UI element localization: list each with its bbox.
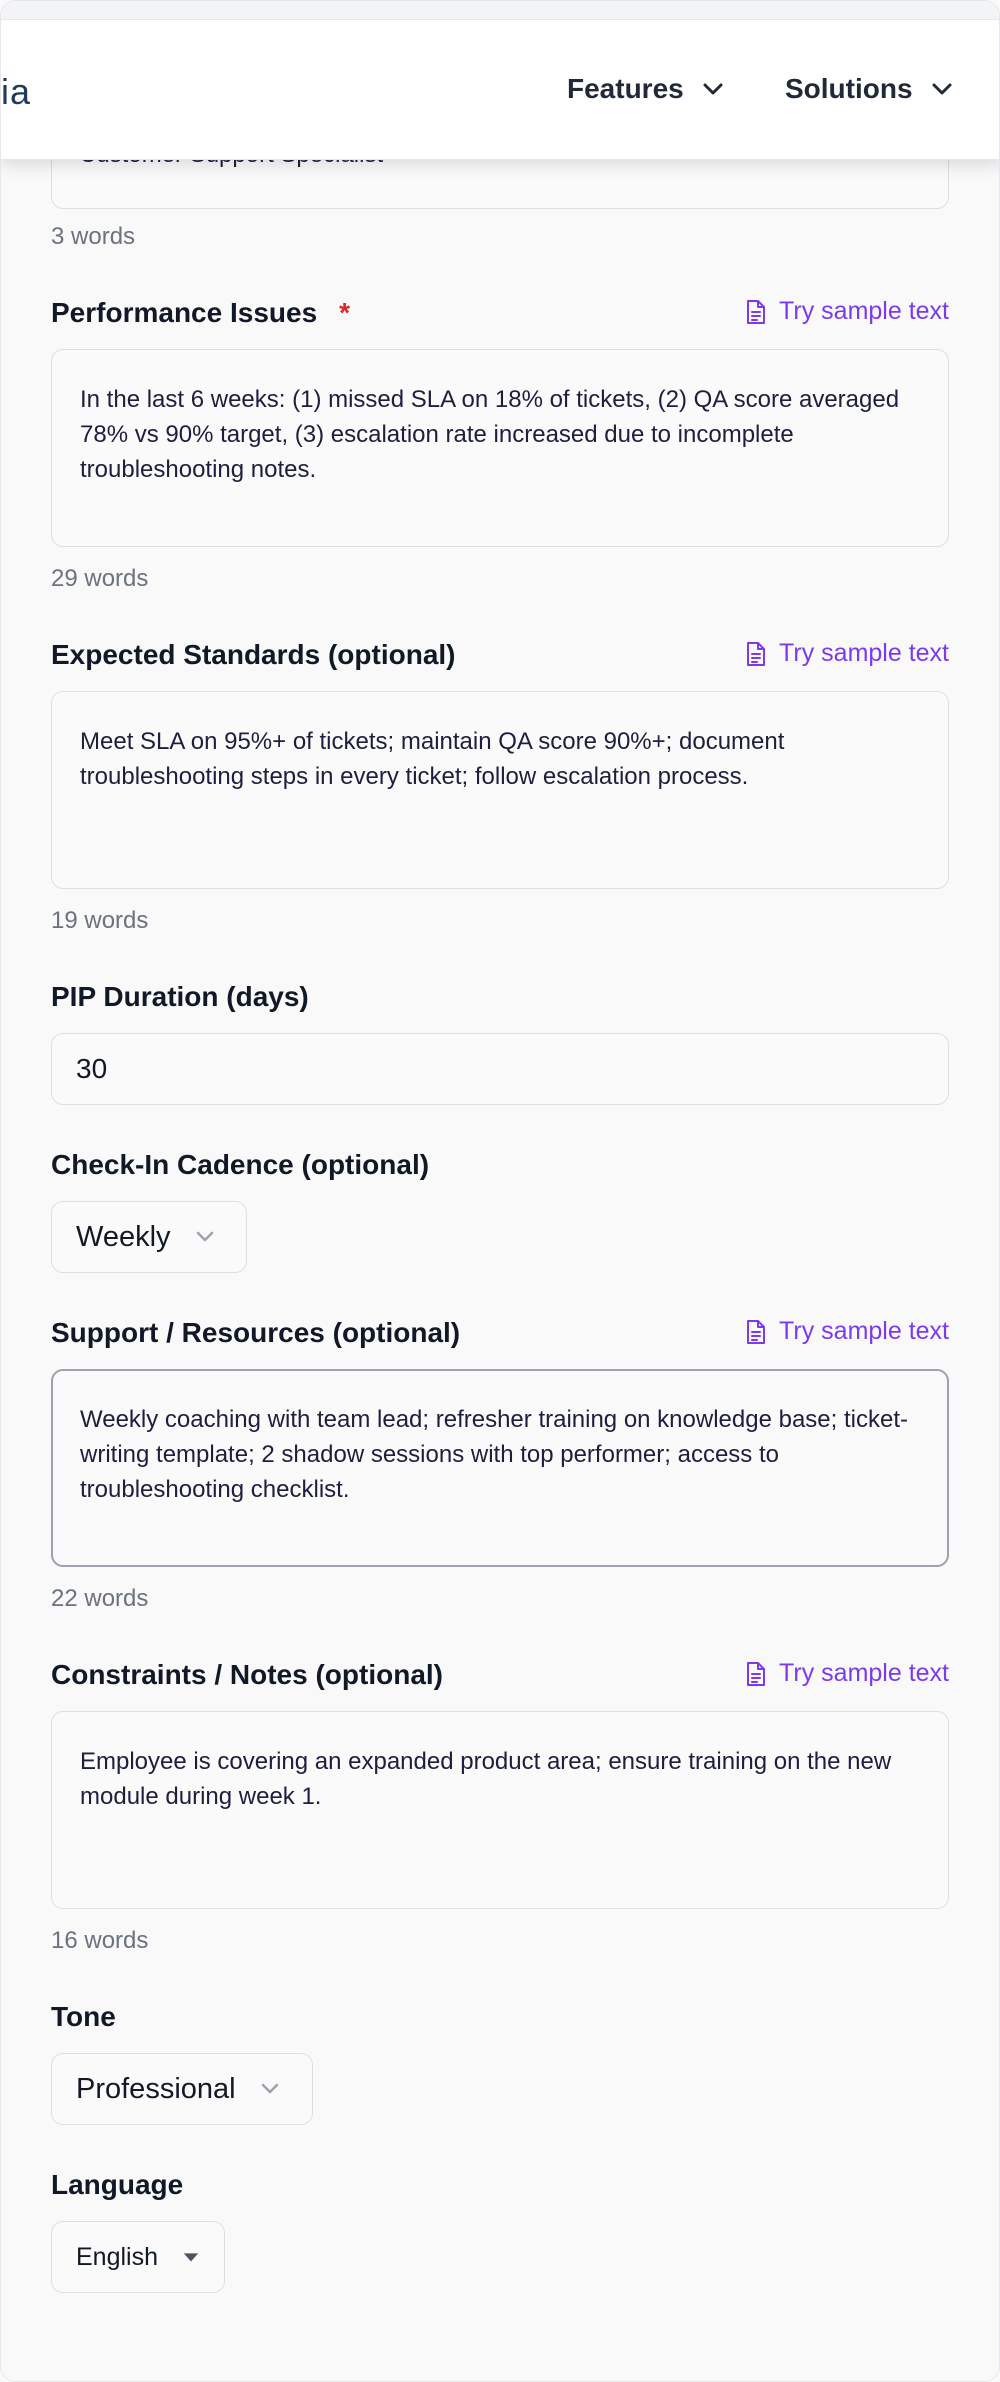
performance-issues-sample-label: Try sample text bbox=[779, 297, 949, 325]
support-resources-label: Support / Resources (optional) bbox=[51, 1317, 461, 1348]
language-select[interactable]: English bbox=[51, 2221, 225, 2293]
constraints-notes-sample-label: Try sample text bbox=[779, 1659, 949, 1687]
support-resources-word-count: 22 words bbox=[51, 1585, 149, 1612]
support-resources-sample-label: Try sample text bbox=[779, 1317, 949, 1345]
brand-logo-text[interactable]: ia bbox=[1, 71, 31, 113]
header-top-strip bbox=[1, 1, 999, 20]
chevron-down-icon bbox=[703, 83, 723, 95]
page-frame: Customer Support Specialist 3 words ia F… bbox=[0, 0, 1000, 2382]
language-label: Language bbox=[51, 2169, 184, 2200]
top-navigation-bar: ia Features Solutions bbox=[1, 1, 999, 160]
tone-label: Tone bbox=[51, 2001, 116, 2032]
chevron-down-icon bbox=[932, 83, 952, 95]
check-in-cadence-value: Weekly bbox=[76, 1220, 171, 1253]
chevron-down-icon bbox=[261, 2083, 278, 2094]
expected-standards-sample-label: Try sample text bbox=[779, 639, 949, 667]
expected-standards-sample-button[interactable]: Try sample text bbox=[745, 639, 949, 668]
check-in-cadence-label: Check-In Cadence (optional) bbox=[51, 1149, 430, 1180]
language-value: English bbox=[76, 2242, 158, 2271]
nav-features-label: Features bbox=[567, 73, 684, 104]
expected-standards-label: Expected Standards (optional) bbox=[51, 639, 456, 670]
job-title-word-count: 3 words bbox=[51, 223, 136, 250]
constraints-notes-sample-button[interactable]: Try sample text bbox=[745, 1659, 949, 1688]
nav-solutions-label: Solutions bbox=[785, 73, 913, 104]
document-icon bbox=[747, 1661, 766, 1686]
performance-issues-label-text: Performance Issues bbox=[51, 297, 318, 328]
pip-duration-input[interactable]: 30 bbox=[51, 1033, 949, 1105]
expected-standards-word-count: 19 words bbox=[51, 907, 149, 934]
document-icon bbox=[747, 641, 766, 666]
constraints-notes-textarea[interactable]: Employee is covering an expanded product… bbox=[51, 1711, 949, 1909]
caret-down-icon bbox=[183, 2253, 199, 2262]
support-resources-sample-button[interactable]: Try sample text bbox=[745, 1317, 949, 1346]
document-icon bbox=[747, 1319, 766, 1344]
performance-issues-label: Performance Issues * bbox=[51, 297, 350, 329]
expected-standards-textarea[interactable]: Meet SLA on 95%+ of tickets; maintain QA… bbox=[51, 691, 949, 889]
required-asterisk: * bbox=[339, 297, 351, 328]
tone-select[interactable]: Professional bbox=[51, 2053, 313, 2125]
performance-issues-word-count: 29 words bbox=[51, 565, 149, 592]
support-resources-textarea[interactable]: Weekly coaching with team lead; refreshe… bbox=[51, 1369, 949, 1567]
chevron-down-icon bbox=[196, 1231, 213, 1242]
nav-solutions[interactable]: Solutions bbox=[785, 73, 953, 105]
pip-duration-label: PIP Duration (days) bbox=[51, 981, 309, 1012]
document-icon bbox=[747, 299, 766, 324]
performance-issues-sample-button[interactable]: Try sample text bbox=[745, 297, 949, 326]
constraints-notes-label: Constraints / Notes (optional) bbox=[51, 1659, 443, 1690]
nav-features[interactable]: Features bbox=[567, 73, 724, 105]
tone-value: Professional bbox=[76, 2072, 236, 2105]
constraints-notes-word-count: 16 words bbox=[51, 1927, 149, 1954]
check-in-cadence-select[interactable]: Weekly bbox=[51, 1201, 247, 1273]
performance-issues-textarea[interactable]: In the last 6 weeks: (1) missed SLA on 1… bbox=[51, 349, 949, 547]
